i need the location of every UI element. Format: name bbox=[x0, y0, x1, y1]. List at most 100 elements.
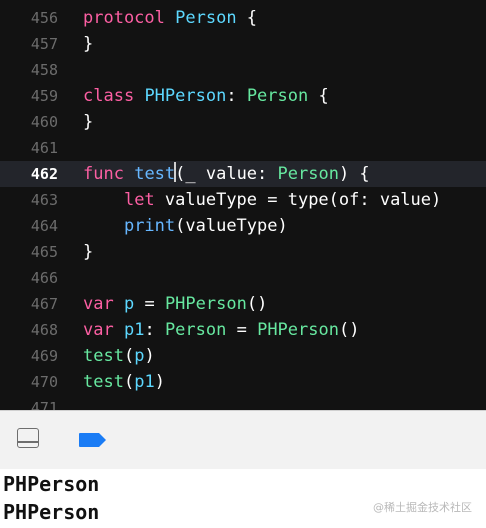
console-output-line: PHPerson bbox=[3, 500, 100, 524]
code-line[interactable]: 468 var p1: Person = PHPerson() bbox=[0, 317, 486, 343]
code-line[interactable]: 466 bbox=[0, 265, 486, 291]
code-text[interactable]: class PHPerson: Person { bbox=[83, 83, 329, 109]
code-text[interactable]: } bbox=[83, 31, 93, 57]
code-token: { bbox=[308, 86, 329, 106]
code-token: } bbox=[83, 34, 94, 54]
code-line[interactable]: 457} bbox=[0, 31, 486, 57]
line-number[interactable]: 460 bbox=[0, 109, 58, 135]
line-number[interactable]: 462 bbox=[0, 161, 58, 187]
code-line[interactable]: 469 test(p) bbox=[0, 343, 486, 369]
code-token: (_ value: bbox=[175, 164, 278, 184]
breakpoints-toggle-button[interactable] bbox=[78, 432, 108, 448]
line-number[interactable]: 465 bbox=[0, 239, 58, 265]
breakpoint-toggle-icon bbox=[79, 433, 106, 447]
watermark: @稀土掘金技术社区 bbox=[373, 501, 472, 514]
hide-debug-area-button[interactable] bbox=[17, 428, 41, 450]
code-text[interactable]: } bbox=[83, 239, 93, 265]
code-token: protocol bbox=[83, 8, 165, 28]
hide-debug-area-icon bbox=[17, 428, 39, 448]
code-line[interactable]: 458 bbox=[0, 57, 486, 83]
code-token: ) bbox=[154, 372, 165, 392]
line-number[interactable]: 467 bbox=[0, 291, 58, 317]
code-token: p bbox=[134, 346, 145, 366]
code-token: print bbox=[123, 216, 176, 236]
code-text[interactable]: func test(_ value: Person) { bbox=[83, 161, 370, 187]
line-number[interactable]: 459 bbox=[0, 83, 58, 109]
code-line[interactable]: 460} bbox=[0, 109, 486, 135]
code-line[interactable]: 462 func test(_ value: Person) { bbox=[0, 161, 486, 187]
code-token: Person bbox=[175, 8, 237, 28]
code-token: ) bbox=[144, 346, 155, 366]
code-token: Person bbox=[164, 320, 227, 340]
hide-debug-area-icon-divider bbox=[18, 441, 38, 443]
code-token: = bbox=[134, 294, 165, 314]
code-line[interactable]: 459 class PHPerson: Person { bbox=[0, 83, 486, 109]
code-token: Person bbox=[277, 164, 339, 184]
code-token: test bbox=[83, 372, 124, 392]
code-token: () bbox=[246, 294, 268, 314]
code-text[interactable]: test(p1) bbox=[83, 369, 165, 395]
line-number[interactable]: 464 bbox=[0, 213, 58, 239]
code-token: : bbox=[144, 320, 165, 340]
line-number[interactable]: 469 bbox=[0, 343, 58, 369]
line-number[interactable]: 461 bbox=[0, 135, 58, 161]
line-number[interactable]: 471 bbox=[0, 395, 58, 410]
code-token: valueType = type(of: value) bbox=[154, 190, 442, 210]
line-number[interactable]: 458 bbox=[0, 57, 58, 83]
line-number[interactable]: 463 bbox=[0, 187, 58, 213]
code-line[interactable]: 461 bbox=[0, 135, 486, 161]
code-token: ) { bbox=[338, 164, 370, 184]
code-editor[interactable]: 456 protocol Person {457} 458 459 class PHPe… bbox=[0, 0, 486, 410]
code-token: var bbox=[83, 294, 114, 314]
code-token: PHPerson bbox=[144, 86, 227, 106]
code-token: class bbox=[83, 86, 135, 106]
code-token: PHPerson bbox=[164, 294, 247, 314]
line-number[interactable]: 466 bbox=[0, 265, 58, 291]
code-token: = bbox=[226, 320, 258, 340]
code-text[interactable]: let valueType = type(of: value) bbox=[83, 187, 441, 213]
line-number[interactable]: 470 bbox=[0, 369, 58, 395]
code-token: : bbox=[226, 86, 247, 106]
code-token: ( bbox=[123, 372, 135, 392]
debug-bar bbox=[0, 410, 486, 470]
code-token: () bbox=[338, 320, 360, 340]
code-line[interactable]: 464 print(valueType) bbox=[0, 213, 486, 239]
console-output-line: PHPerson bbox=[3, 472, 100, 496]
code-token: p bbox=[123, 294, 135, 314]
code-line[interactable]: 463 let valueType = type(of: value) bbox=[0, 187, 486, 213]
code-token: test bbox=[83, 346, 124, 366]
code-token: } bbox=[83, 242, 94, 262]
code-text[interactable]: print(valueType) bbox=[83, 213, 288, 239]
code-line[interactable]: 470 test(p1) bbox=[0, 369, 486, 395]
code-token: PHPerson bbox=[257, 320, 339, 340]
code-token: ( bbox=[123, 346, 135, 366]
code-text[interactable]: } bbox=[83, 109, 93, 135]
code-text[interactable]: var p = PHPerson() bbox=[83, 291, 267, 317]
code-line[interactable]: 456 protocol Person { bbox=[0, 5, 486, 31]
code-token: } bbox=[83, 112, 94, 132]
code-line[interactable]: 465} bbox=[0, 239, 486, 265]
line-number[interactable]: 457 bbox=[0, 31, 58, 57]
code-token: func bbox=[83, 164, 124, 184]
code-text[interactable]: var p1: Person = PHPerson() bbox=[83, 317, 359, 343]
code-token: Person bbox=[246, 86, 309, 106]
code-text[interactable]: test(p) bbox=[83, 343, 155, 369]
code-token: var bbox=[83, 320, 114, 340]
code-line[interactable]: 471 bbox=[0, 395, 486, 410]
code-token: p1 bbox=[134, 372, 155, 392]
code-line[interactable]: 467 var p = PHPerson() bbox=[0, 291, 486, 317]
code-token: let bbox=[123, 190, 155, 210]
code-text[interactable]: protocol Person { bbox=[83, 5, 257, 31]
console-output[interactable]: PHPerson PHPerson @稀土掘金技术社区 bbox=[0, 469, 486, 528]
line-number[interactable]: 456 bbox=[0, 5, 58, 31]
line-number[interactable]: 468 bbox=[0, 317, 58, 343]
code-token: { bbox=[236, 8, 258, 28]
code-token: p1 bbox=[123, 320, 145, 340]
